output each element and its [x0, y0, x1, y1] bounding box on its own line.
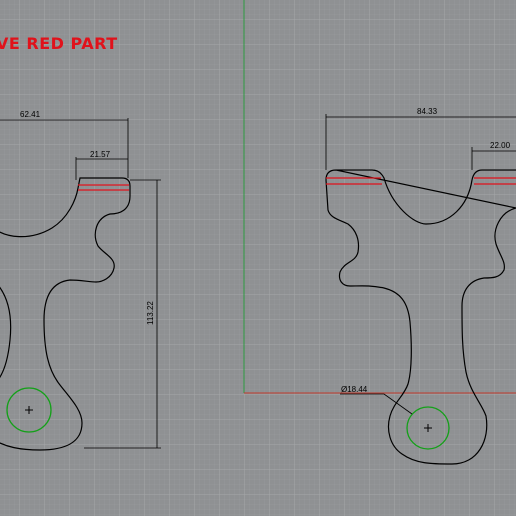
- right-hole-diameter-dim: Ø18.44: [341, 385, 368, 394]
- left-overall-width-dim: 62.41: [20, 110, 41, 119]
- right-overall-width-dim: 84.33: [417, 107, 438, 116]
- left-slot-width-dim: 21.57: [90, 150, 111, 159]
- left-height-dim: 113.22: [146, 301, 155, 325]
- part-note: VE RED PART: [0, 34, 118, 53]
- drawing-canvas[interactable]: VE RED PART 62.41 21.57 113.22 84.33 22.…: [0, 0, 516, 516]
- cad-viewport[interactable]: VE RED PART 62.41 21.57 113.22 84.33 22.…: [0, 0, 516, 516]
- right-slot-width-dim: 22.00: [490, 141, 511, 150]
